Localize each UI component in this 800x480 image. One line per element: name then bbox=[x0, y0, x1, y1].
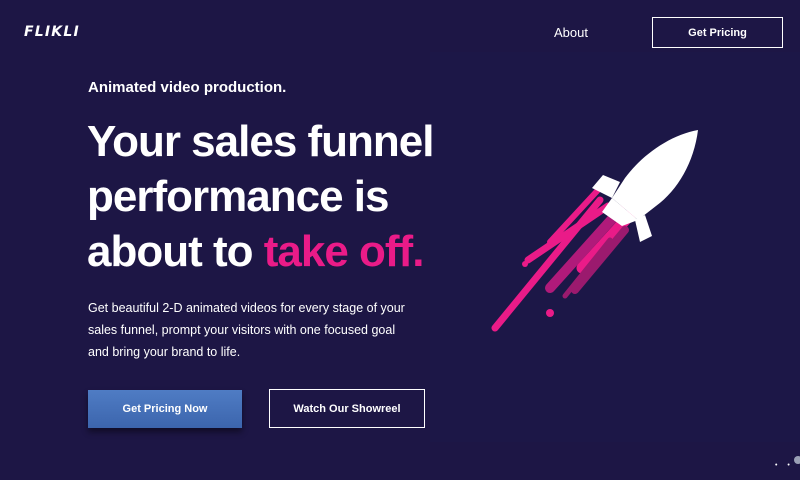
hero-headline: Your sales funnel performance is about t… bbox=[87, 114, 437, 279]
rocket-icon bbox=[491, 130, 698, 332]
headline-line-3: about to take off. bbox=[87, 224, 437, 279]
nav-about-link[interactable]: About bbox=[554, 25, 588, 40]
scroll-indicator[interactable] bbox=[794, 456, 800, 464]
trail-dot bbox=[546, 309, 554, 317]
description-line-1: Get beautiful 2-D animated videos for ev… bbox=[88, 301, 405, 315]
pagination-dots[interactable]: • • bbox=[775, 462, 794, 469]
watch-showreel-button[interactable]: Watch Our Showreel bbox=[269, 389, 425, 428]
nav-get-pricing-button[interactable]: Get Pricing bbox=[652, 17, 783, 48]
get-pricing-now-label: Get Pricing Now bbox=[122, 403, 208, 415]
get-pricing-now-button[interactable]: Get Pricing Now bbox=[88, 390, 242, 428]
description-line-3: and bring your brand to life. bbox=[88, 345, 241, 359]
headline-line-1: Your sales funnel bbox=[87, 117, 435, 166]
nav-get-pricing-label: Get Pricing bbox=[688, 26, 747, 39]
description-line-2: sales funnel, prompt your visitors with … bbox=[88, 323, 396, 337]
headline-line-2: performance is bbox=[87, 172, 389, 221]
landing-page: FLIKLI About Get Pricing Animated video … bbox=[0, 0, 800, 480]
hero-description: Get beautiful 2-D animated videos for ev… bbox=[88, 297, 428, 363]
headline-line-3-plain: about to bbox=[87, 227, 264, 276]
headline-accent: take off. bbox=[263, 227, 425, 276]
watch-showreel-label: Watch Our Showreel bbox=[293, 402, 401, 415]
logo[interactable]: FLIKLI bbox=[24, 24, 80, 40]
hero-eyebrow: Animated video production. bbox=[88, 79, 287, 96]
trail-dot bbox=[522, 261, 528, 267]
